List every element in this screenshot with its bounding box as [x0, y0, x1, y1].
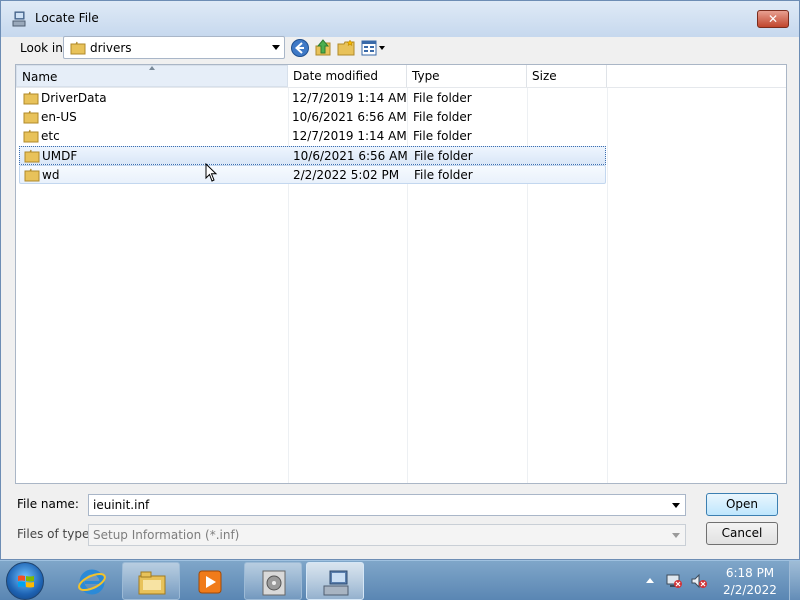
disk-utility-icon [262, 570, 286, 596]
look-in-label: Look in: [20, 41, 67, 55]
folder-icon [24, 149, 40, 163]
internet-explorer-icon [78, 569, 106, 595]
back-icon[interactable] [290, 38, 310, 58]
column-header-filler [607, 65, 786, 87]
action-center-flag-icon[interactable] [665, 572, 683, 590]
show-desktop-button[interactable] [789, 561, 800, 600]
file-list[interactable]: Name Date modified Type Size DriverData … [15, 64, 787, 484]
taskbar [0, 560, 800, 600]
look-in-value: drivers [90, 41, 132, 55]
chevron-down-icon[interactable] [272, 45, 280, 50]
list-item[interactable]: en-US 10/6/2021 6:56 AM File folder [19, 108, 606, 127]
list-item-hovered[interactable]: wd 2/2/2022 5:02 PM File folder [19, 165, 606, 184]
view-menu-icon[interactable] [360, 38, 388, 58]
disk-utility-button[interactable] [244, 562, 302, 600]
file-name-label: File name: [17, 497, 79, 511]
volume-muted-icon[interactable] [690, 572, 708, 590]
list-item[interactable]: etc 12/7/2019 1:14 AM File folder [19, 127, 606, 146]
column-header-name[interactable]: Name [16, 65, 288, 87]
clock-date[interactable]: 2/2/2022 [718, 583, 782, 597]
window-title: Locate File [35, 11, 99, 25]
windows-logo-icon [18, 575, 34, 588]
show-hidden-icons-icon[interactable] [645, 576, 655, 584]
chevron-down-icon[interactable] [672, 503, 680, 508]
column-header-type[interactable]: Type [407, 65, 527, 87]
media-player-icon [198, 570, 222, 594]
file-name-input[interactable]: ieuinit.inf [88, 494, 686, 516]
list-item[interactable]: DriverData 12/7/2019 1:14 AM File folder [19, 89, 606, 108]
windows-explorer-button[interactable] [122, 562, 180, 600]
clock-time[interactable]: 6:18 PM [718, 566, 782, 580]
setup-app-button[interactable] [306, 562, 364, 600]
up-folder-icon[interactable] [313, 38, 333, 58]
title-bar[interactable]: Locate File ✕ [1, 1, 799, 37]
computer-app-icon [12, 11, 26, 27]
new-folder-icon[interactable] [336, 38, 356, 58]
close-button[interactable]: ✕ [757, 10, 789, 28]
open-button[interactable]: Open [706, 493, 778, 516]
file-type-label: Files of type: [17, 527, 94, 541]
locate-file-dialog: Locate File ✕ Look in: drivers Name Date… [0, 0, 800, 560]
header-divider [16, 87, 786, 88]
look-in-dropdown[interactable]: drivers [63, 36, 285, 59]
start-button[interactable] [6, 562, 44, 600]
folder-icon [70, 41, 86, 55]
file-type-dropdown[interactable]: Setup Information (*.inf) [88, 524, 686, 546]
list-item-selected[interactable]: UMDF 10/6/2021 6:56 AM File folder [19, 146, 606, 165]
media-player-button[interactable] [181, 562, 239, 600]
column-divider [607, 88, 608, 483]
windows-explorer-icon [138, 571, 166, 595]
cancel-button[interactable]: Cancel [706, 522, 778, 545]
mouse-cursor-icon [205, 163, 218, 182]
internet-explorer-button[interactable] [63, 562, 121, 600]
folder-icon [23, 91, 39, 105]
column-header-date-modified[interactable]: Date modified [288, 65, 407, 87]
setup-app-icon [323, 570, 349, 596]
sort-ascending-icon [149, 66, 155, 70]
folder-icon [24, 168, 40, 182]
close-icon: ✕ [767, 12, 779, 26]
chevron-down-icon[interactable] [672, 533, 680, 538]
folder-icon [23, 110, 39, 124]
column-header-size[interactable]: Size [527, 65, 607, 87]
folder-icon [23, 129, 39, 143]
